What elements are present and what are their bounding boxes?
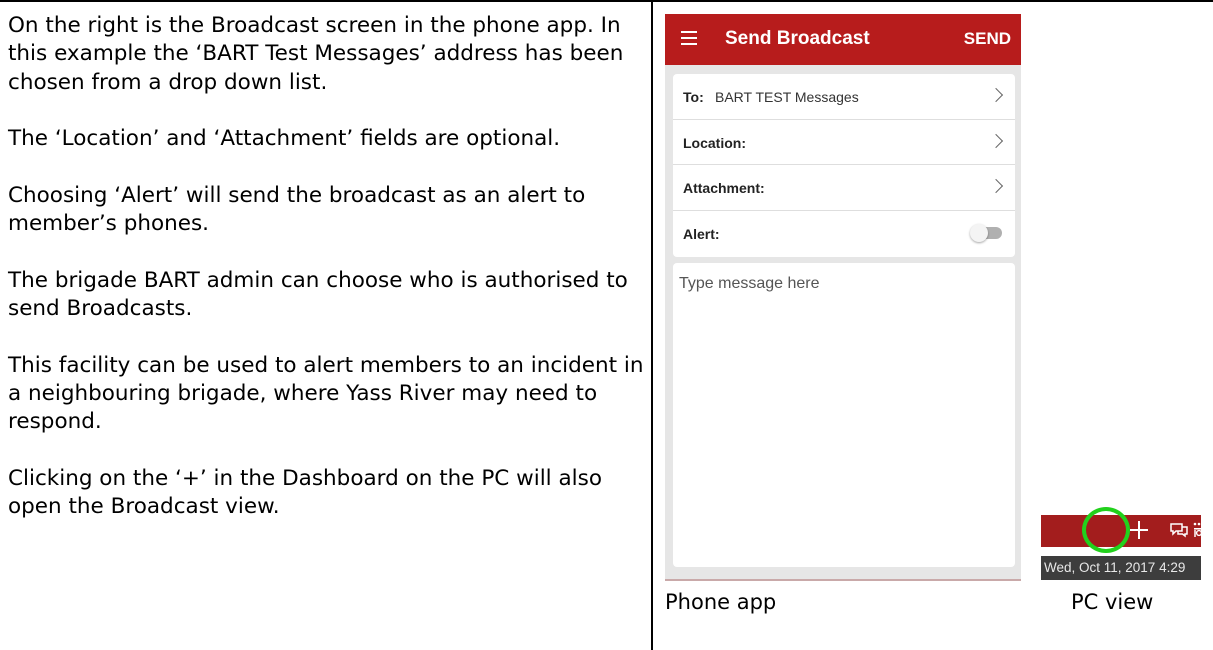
column-divider — [651, 0, 653, 650]
paragraph-broadcast-intro: On the right is the Broadcast screen in … — [8, 13, 624, 95]
phone-screen: Send Broadcast SEND To: BART TEST Messag… — [665, 14, 1021, 581]
to-label: To: — [683, 89, 704, 105]
chevron-right-icon — [988, 133, 1004, 148]
people-icon[interactable] — [1193, 521, 1205, 539]
paragraph-pc-plus: Clicking on the ‘+’ in the Dashboard on … — [8, 465, 602, 520]
pc-datetime: Wed, Oct 11, 2017 4:29 — [1041, 556, 1201, 580]
location-field[interactable]: Location: — [673, 120, 1015, 165]
pc-toolbar — [1041, 515, 1205, 547]
paragraph-facility: This facility can be used to alert membe… — [8, 352, 644, 435]
to-value: BART TEST Messages — [715, 89, 859, 105]
attachment-label: Attachment: — [683, 180, 765, 196]
top-border — [0, 0, 1213, 2]
pc-view-caption: PC view — [1071, 590, 1154, 614]
message-area — [673, 263, 1015, 567]
phone-app-caption: Phone app — [665, 590, 777, 614]
chat-icon[interactable] — [1169, 521, 1189, 539]
paragraph-alert: Choosing ‘Alert’ will send the broadcast… — [8, 182, 586, 237]
alert-toggle[interactable] — [970, 223, 1002, 242]
paragraph-admin: The brigade BART admin can choose who is… — [8, 267, 628, 321]
alert-field: Alert: — [673, 211, 1015, 257]
to-field[interactable]: To: BART TEST Messages — [673, 74, 1015, 120]
hamburger-menu-icon[interactable] — [681, 29, 703, 49]
chevron-right-icon — [988, 178, 1004, 194]
chevron-right-icon — [988, 87, 1004, 103]
paragraph-optional-fields: The ‘Location’ and ‘Attachment’ fields a… — [8, 126, 561, 152]
broadcast-form: To: BART TEST Messages Location: Attachm… — [673, 74, 1015, 257]
alert-label: Alert: — [683, 225, 720, 242]
plus-icon[interactable] — [1127, 518, 1151, 542]
instructions-text: On the right is the Broadcast screen in … — [8, 12, 644, 550]
toggle-knob — [970, 223, 988, 242]
send-button[interactable]: SEND — [964, 29, 1011, 49]
location-label: Location: — [683, 134, 746, 151]
app-bar-title: Send Broadcast — [725, 28, 870, 49]
attachment-field[interactable]: Attachment: — [673, 165, 1015, 211]
app-bar: Send Broadcast SEND — [665, 14, 1021, 65]
message-input[interactable] — [673, 263, 1015, 567]
